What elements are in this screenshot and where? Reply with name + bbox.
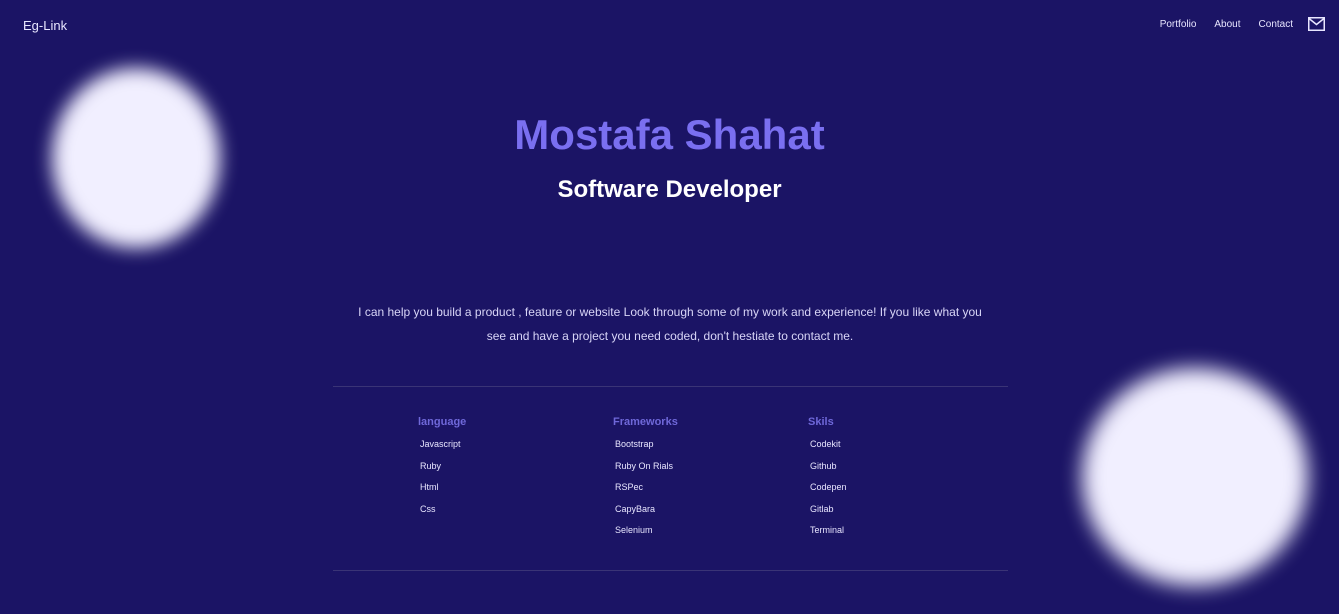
column-title: language [418,416,467,428]
nav-link-contact[interactable]: Contact [1259,19,1293,30]
hero-name: Mostafa Shahat [514,111,825,158]
intro-text: I can help you build a product , feature… [345,300,995,348]
list-item: RSPec [615,482,644,492]
skills-column-frameworks: Frameworks Bootstrap Ruby On Rials RSPec… [613,416,678,546]
nav-link-about[interactable]: About [1214,19,1240,30]
skills-list: Javascript Ruby Html Css [418,438,466,524]
list-item: Javascript [420,439,461,449]
list-item: Gitlab [810,503,834,514]
list-item: Github [810,460,837,471]
list-item: Html [420,482,439,492]
list-item: Codepen [810,482,847,492]
decorative-glow-orb-right [1082,368,1308,586]
divider-bottom [333,570,1008,571]
list-item: Bootstrap [615,439,654,449]
list-item: Terminal [810,525,845,535]
list-item: Css [420,503,436,514]
intro-line-2: see and have a project you need coded, d… [486,329,854,343]
divider-top [333,386,1008,387]
list-item: Ruby On Rials [615,460,674,471]
mail-icon[interactable] [1308,17,1325,31]
list-item: Codekit [810,439,841,449]
list-item: Selenium [615,525,653,535]
skills-column-language: language Javascript Ruby Html Css [418,416,466,524]
skills-list: Codekit Github Codepen Gitlab Terminal [808,438,847,546]
page: Eg-Link Portfolio About Contact Mostafa … [0,0,1339,614]
skills-list: Bootstrap Ruby On Rials RSPec CapyBara S… [613,438,678,546]
intro-line-1: I can help you build a product , feature… [358,305,982,319]
column-title: Frameworks [613,416,678,428]
hero-role: Software Developer [557,176,782,203]
list-item: Ruby [420,460,442,471]
list-item: CapyBara [615,503,656,514]
top-nav: Portfolio About Contact [1142,17,1325,31]
nav-link-portfolio[interactable]: Portfolio [1160,19,1197,30]
brand-link[interactable]: Eg-Link [23,18,67,33]
column-title: Skils [808,416,834,428]
skills-column-skills: Skils Codekit Github Codepen Gitlab Term… [808,416,847,546]
